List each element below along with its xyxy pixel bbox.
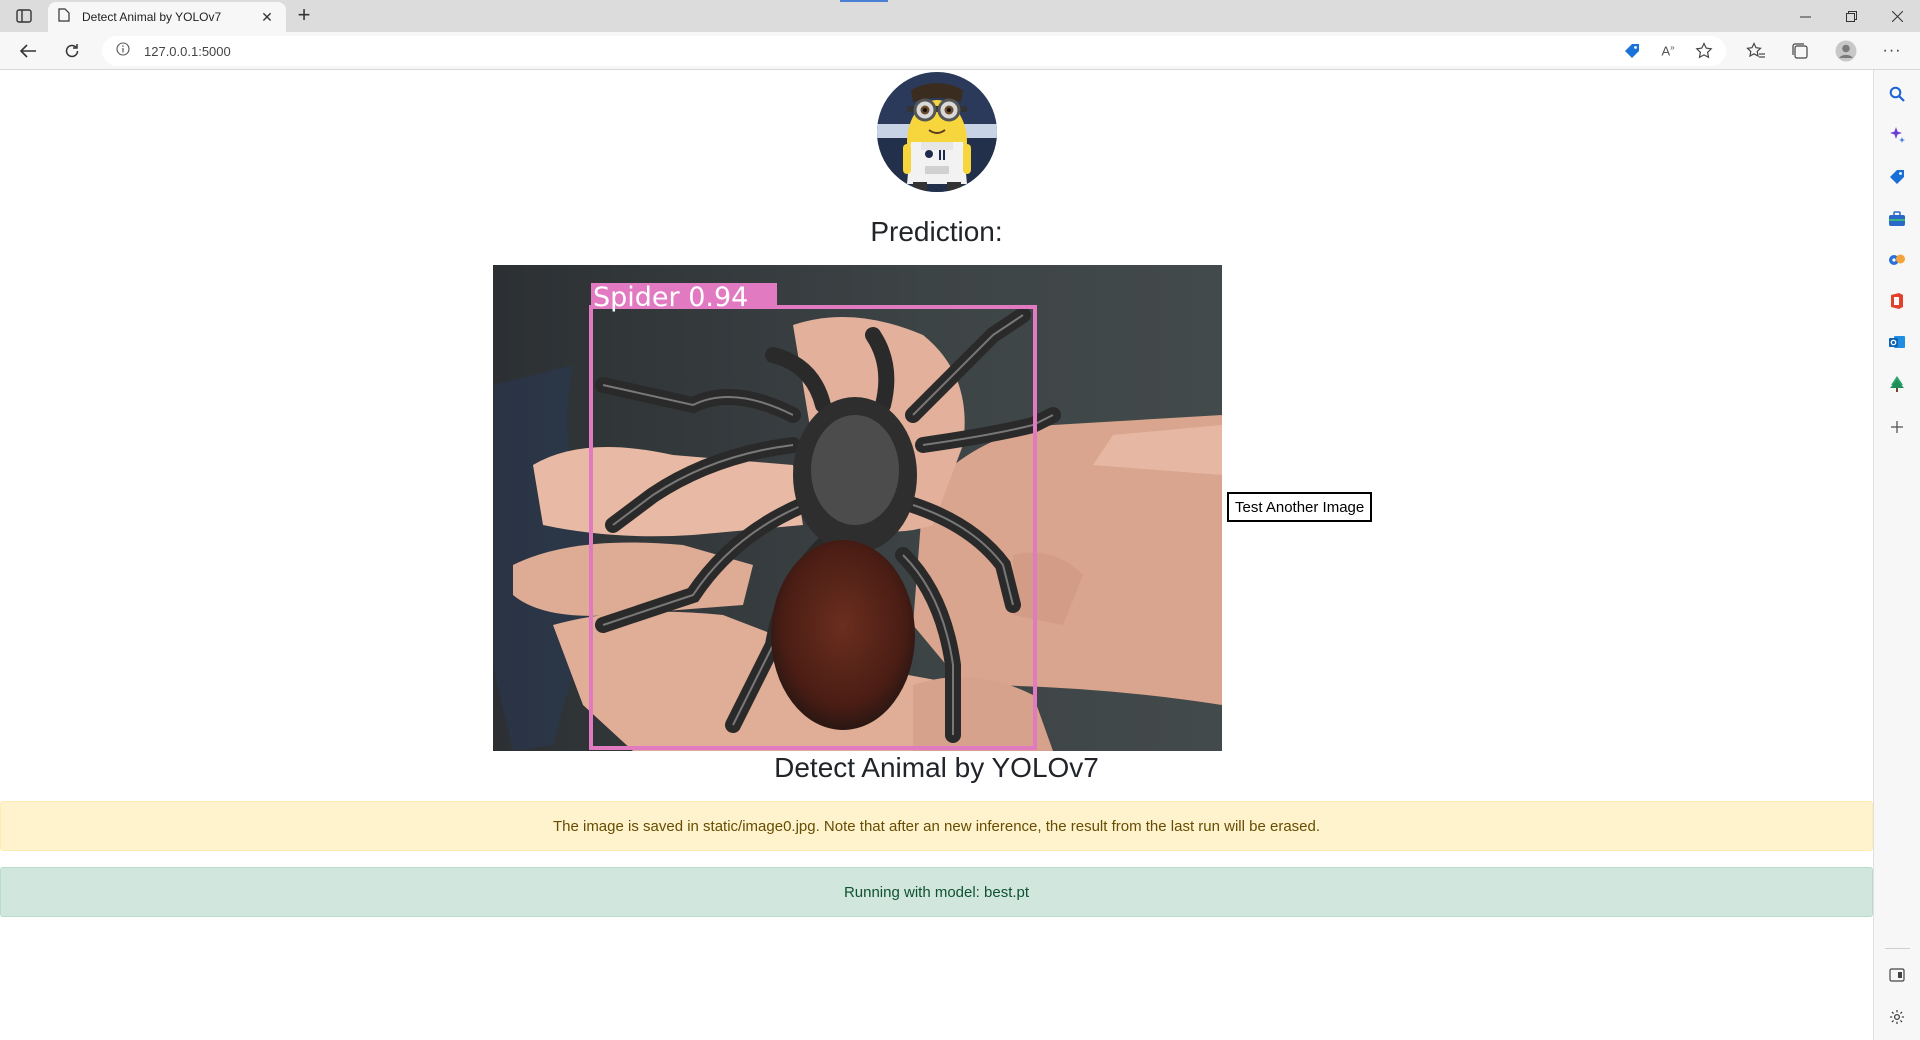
minion-avatar-image: [877, 72, 997, 192]
more-options-icon[interactable]: ···: [1880, 39, 1904, 63]
tab-actions-icon[interactable]: [12, 6, 36, 26]
tab-strip-indicator: [840, 0, 888, 2]
games-icon[interactable]: [1885, 248, 1909, 272]
tree-icon[interactable]: [1885, 372, 1909, 396]
page-icon: [58, 7, 70, 27]
sidebar-divider: [1885, 948, 1910, 949]
back-arrow-icon[interactable]: [14, 39, 42, 63]
web-page: Prediction: Spider 0.94 Test Another Ima…: [0, 70, 1873, 1040]
add-favorite-icon[interactable]: [1692, 39, 1716, 63]
prediction-heading: Prediction:: [870, 216, 1003, 247]
outlook-icon[interactable]: [1885, 330, 1909, 354]
window-controls: [1782, 0, 1920, 32]
warning-alert: The image is saved in static/image0.jpg.…: [0, 801, 1873, 851]
app-title: Detect Animal by YOLOv7: [774, 752, 1099, 783]
tab-title: Detect Animal by YOLOv7: [82, 10, 222, 24]
split-screen-icon[interactable]: [1885, 963, 1909, 987]
profile-avatar-icon[interactable]: [1834, 39, 1858, 63]
warning-alert-text: The image is saved in static/image0.jpg.…: [552, 817, 1321, 835]
tools-icon[interactable]: [1885, 207, 1909, 231]
copilot-icon[interactable]: [1885, 123, 1909, 147]
favorites-icon[interactable]: [1744, 39, 1768, 63]
browser-tab[interactable]: Detect Animal by YOLOv7 ✕: [48, 2, 286, 32]
add-icon[interactable]: [1885, 415, 1909, 439]
close-tab-icon[interactable]: ✕: [258, 8, 276, 26]
success-alert: Running with model: best.pt: [0, 867, 1873, 917]
prediction-result-image: Spider 0.94: [493, 265, 1222, 751]
office-icon[interactable]: [1885, 289, 1909, 313]
read-aloud-icon[interactable]: A»: [1656, 39, 1680, 63]
restore-icon[interactable]: [1828, 0, 1874, 32]
site-info-icon[interactable]: [116, 41, 130, 61]
browser-toolbar: 127.0.0.1:5000 A» ···: [0, 32, 1920, 70]
tab-bar: Detect Animal by YOLOv7 ✕ +: [0, 0, 1920, 32]
minimize-icon[interactable]: [1782, 0, 1828, 32]
refresh-icon[interactable]: [58, 39, 86, 63]
edge-sidebar: [1873, 70, 1920, 1040]
search-icon[interactable]: [1885, 82, 1909, 106]
new-tab-icon[interactable]: +: [292, 4, 316, 28]
settings-icon[interactable]: [1885, 1005, 1909, 1029]
address-bar[interactable]: 127.0.0.1:5000: [102, 36, 1726, 66]
url-text: 127.0.0.1:5000: [144, 43, 231, 59]
shopping-icon[interactable]: [1885, 165, 1909, 189]
collections-icon[interactable]: [1788, 39, 1812, 63]
success-alert-text: Running with model: best.pt: [843, 883, 1030, 901]
detection-label: Spider 0.94: [593, 282, 748, 313]
close-window-icon[interactable]: [1874, 0, 1920, 32]
coupon-tag-icon[interactable]: [1620, 39, 1644, 63]
test-another-image-button[interactable]: Test Another Image: [1227, 492, 1373, 522]
